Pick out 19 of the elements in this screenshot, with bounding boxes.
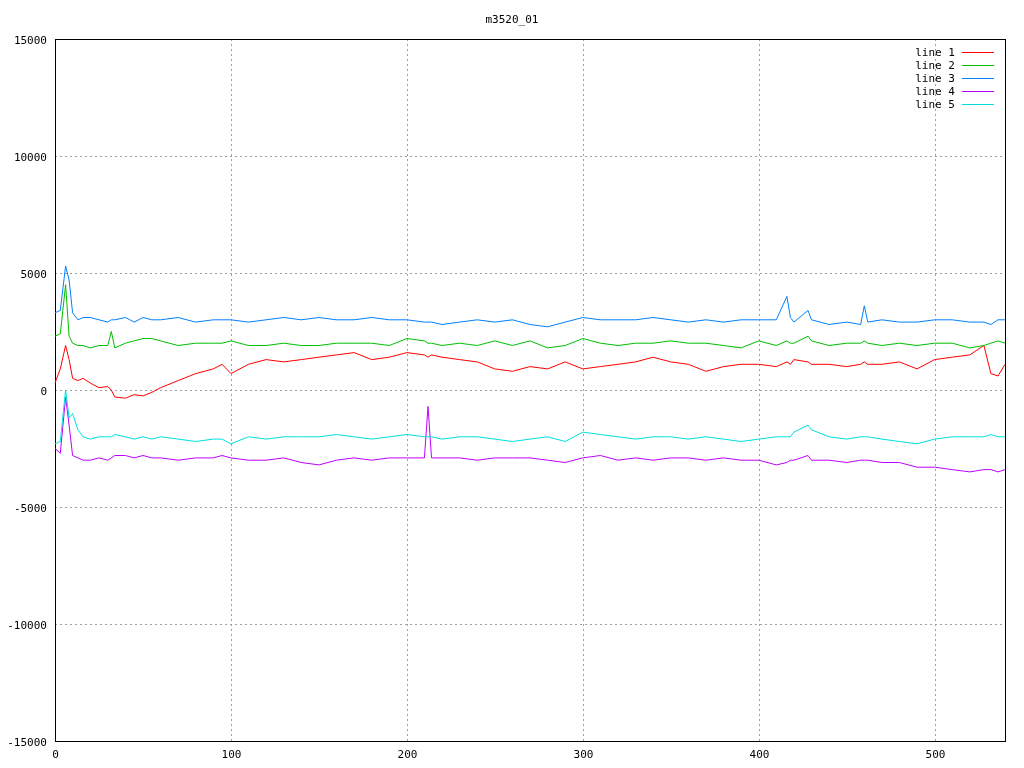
x-tick-label: 200 bbox=[397, 748, 418, 761]
y-tick-label: 5000 bbox=[20, 267, 47, 281]
y-tick-label: 15000 bbox=[13, 33, 47, 47]
chart-title: m3520_01 bbox=[485, 13, 539, 26]
y-tick-label: -5000 bbox=[13, 501, 47, 515]
legend-label: line 5 bbox=[915, 98, 955, 111]
y-tick-label: -10000 bbox=[7, 618, 47, 632]
x-tick-label: 0 bbox=[52, 748, 59, 761]
x-tick-label: 300 bbox=[573, 748, 594, 761]
legend-label: line 1 bbox=[915, 46, 955, 59]
x-tick-label: 500 bbox=[925, 748, 946, 761]
y-tick-label: 10000 bbox=[13, 150, 47, 164]
x-tick-label: 100 bbox=[221, 748, 242, 761]
y-tick-label: -15000 bbox=[7, 735, 47, 749]
legend-label: line 2 bbox=[915, 59, 955, 72]
x-tick-label: 400 bbox=[749, 748, 770, 761]
legend-label: line 3 bbox=[915, 72, 955, 85]
y-tick-label: 0 bbox=[40, 384, 47, 398]
legend-label: line 4 bbox=[915, 85, 955, 98]
